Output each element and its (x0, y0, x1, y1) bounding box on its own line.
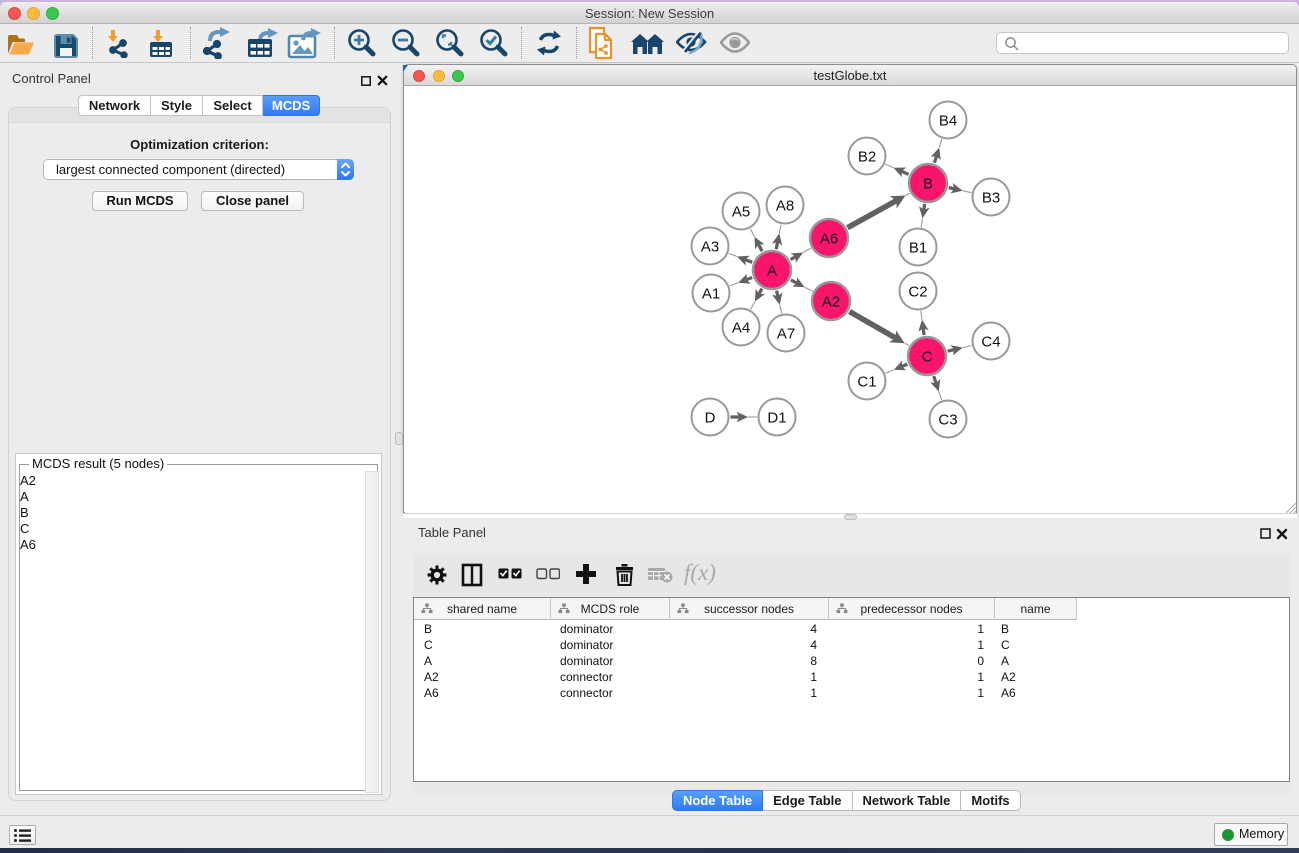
svg-text:C4: C4 (981, 333, 1000, 350)
svg-text:B3: B3 (982, 189, 1000, 206)
svg-text:C: C (922, 348, 933, 365)
svg-text:A1: A1 (702, 285, 720, 302)
svg-text:C2: C2 (908, 283, 927, 300)
svg-text:B2: B2 (858, 148, 876, 165)
svg-text:A6: A6 (820, 230, 838, 247)
svg-text:C1: C1 (857, 373, 876, 390)
svg-text:A3: A3 (701, 238, 719, 255)
svg-text:A2: A2 (822, 293, 840, 310)
svg-text:B: B (923, 175, 933, 192)
svg-text:A7: A7 (777, 325, 795, 342)
svg-text:A4: A4 (732, 319, 750, 336)
svg-text:A8: A8 (776, 197, 794, 214)
svg-text:A: A (767, 262, 777, 279)
svg-text:A5: A5 (732, 203, 750, 220)
svg-text:D1: D1 (767, 409, 786, 426)
svg-text:B1: B1 (909, 239, 927, 256)
svg-text:B4: B4 (939, 112, 957, 129)
svg-text:D: D (705, 409, 716, 426)
svg-text:C3: C3 (938, 411, 957, 428)
